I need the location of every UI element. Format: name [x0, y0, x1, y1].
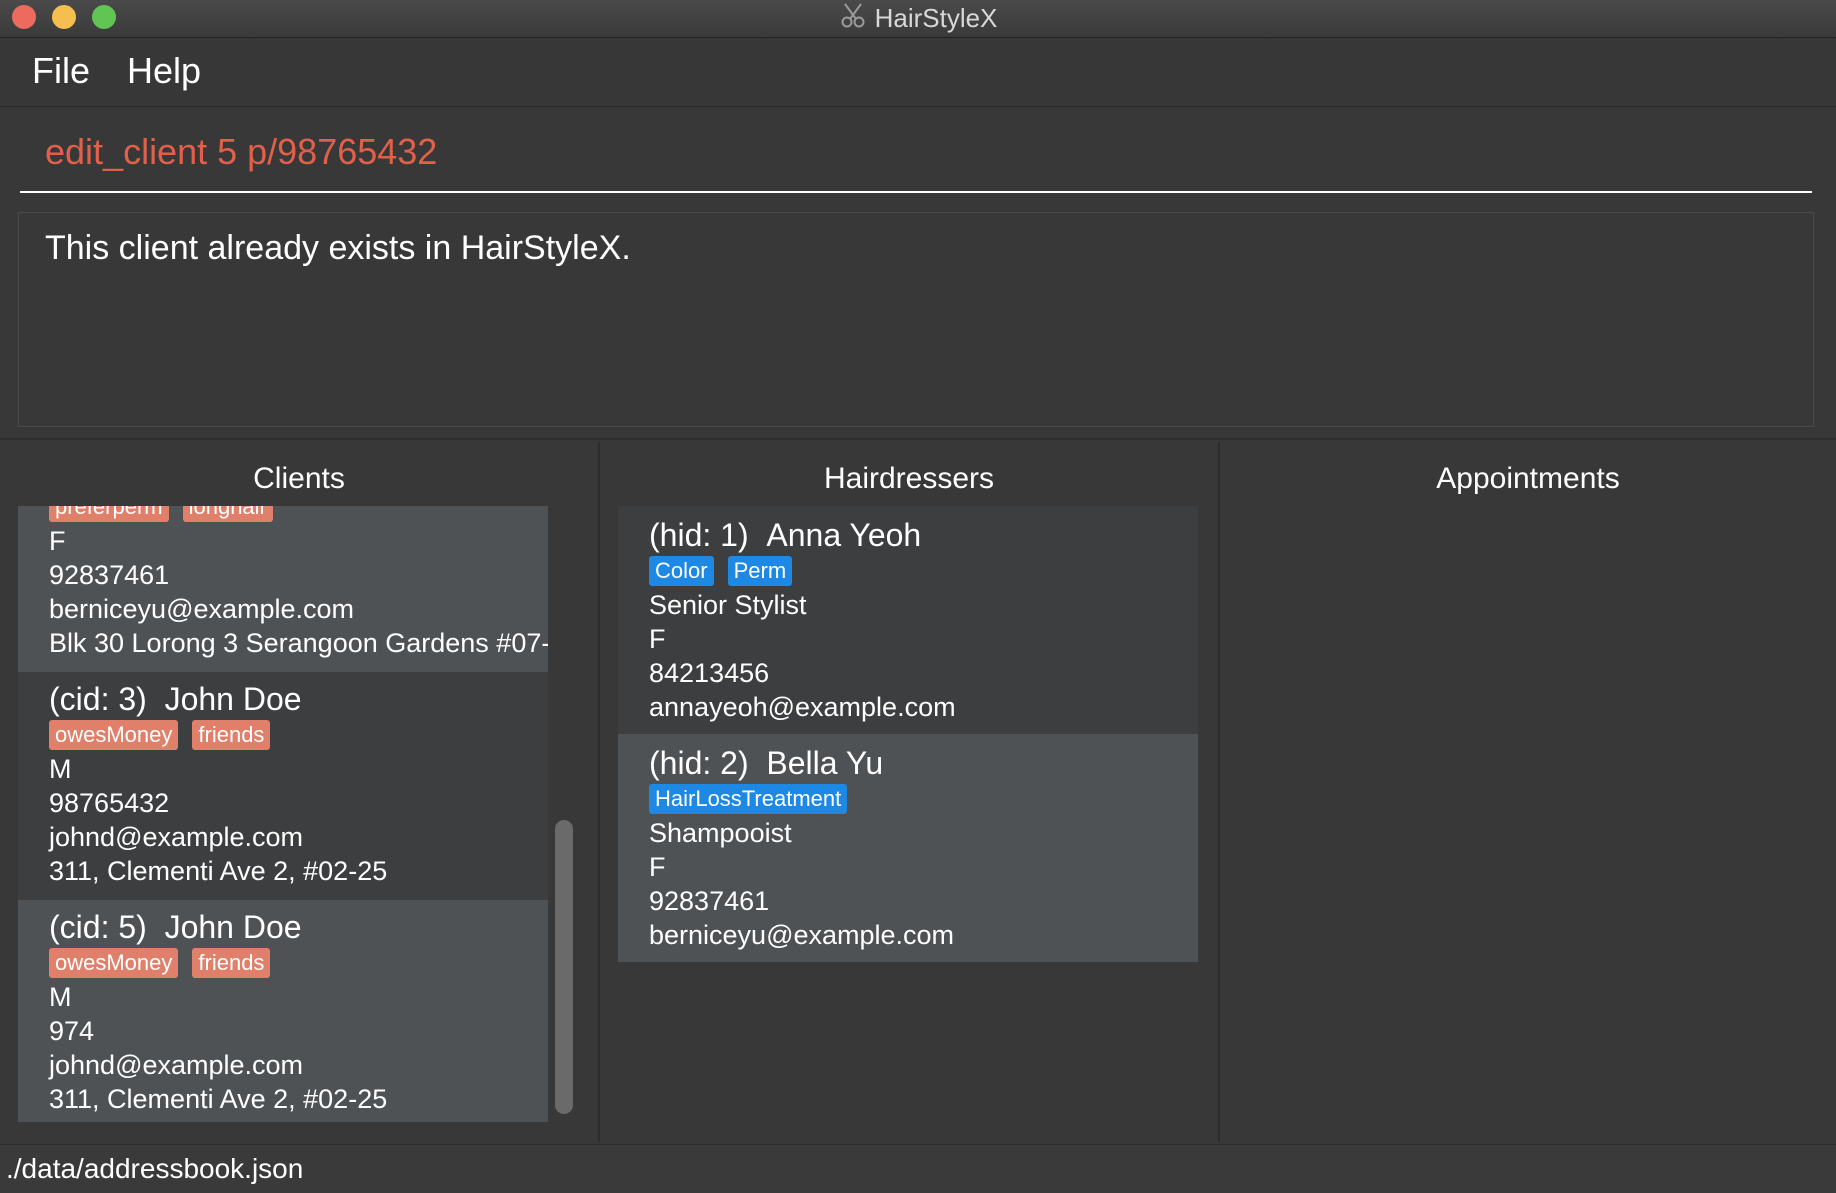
client-tags: owesMoney friends	[49, 718, 548, 752]
client-address: 311, Clementi Ave 2, #02-25	[49, 1084, 388, 1114]
hairdresser-name-line: (hid: 1) Anna Yeoh	[649, 516, 1198, 554]
menu-file[interactable]: File	[32, 50, 90, 92]
hairdresser-gender: F	[649, 624, 666, 654]
client-gender: F	[49, 526, 66, 556]
hairdresser-name-line: (hid: 2) Bella Yu	[649, 744, 1198, 782]
client-tags: owesMoney friends	[49, 946, 548, 980]
hairdresser-id: (hid: 2)	[649, 745, 749, 781]
status-bar: ./data/addressbook.json	[0, 1144, 1836, 1193]
client-card[interactable]: (cid: 3) John Doe owesMoney friends M 98…	[18, 672, 548, 900]
menu-bar: File Help	[0, 38, 1836, 107]
section-divider	[0, 438, 1836, 440]
command-area: edit_client 5 p/98765432	[0, 107, 1836, 200]
client-tag: preferperm	[49, 506, 169, 522]
hairdresser-tags: HairLossTreatment	[649, 782, 1198, 816]
client-tag: friends	[192, 948, 271, 978]
client-tag: longhair	[182, 506, 273, 522]
data-file-path: ./data/addressbook.json	[6, 1153, 304, 1184]
client-email: berniceyu@example.com	[49, 594, 355, 624]
client-tag: owesMoney	[49, 720, 179, 750]
hairdresser-id: (hid: 1)	[649, 517, 749, 553]
hairdresser-tag: HairLossTreatment	[649, 784, 848, 814]
title-bar: HairStyleX	[0, 0, 1836, 38]
client-phone: 98765432	[49, 788, 170, 818]
client-name: John Doe	[164, 681, 302, 717]
menu-help[interactable]: Help	[127, 50, 201, 92]
clients-panel-title: Clients	[253, 462, 345, 495]
hairdresser-phone: 84213456	[649, 658, 770, 688]
client-gender: M	[49, 982, 72, 1012]
hairdresser-tags: Color Perm	[649, 554, 1198, 588]
command-input[interactable]: edit_client 5 p/98765432	[20, 125, 1812, 193]
client-phone: 974	[49, 1016, 95, 1046]
hairdresser-name: Bella Yu	[766, 745, 884, 781]
client-tag: friends	[192, 720, 271, 750]
hairdresser-gender: F	[649, 852, 666, 882]
hairdresser-card[interactable]: (hid: 2) Bella Yu HairLossTreatment Sham…	[618, 734, 1198, 962]
hairdresser-email: berniceyu@example.com	[649, 920, 955, 950]
hairdresser-card[interactable]: (hid: 1) Anna Yeoh Color Perm Senior Sty…	[618, 506, 1198, 734]
client-gender: M	[49, 754, 72, 784]
scissors-icon	[839, 1, 867, 36]
client-address: Blk 30 Lorong 3 Serangoon Gardens #07-18	[49, 628, 548, 658]
client-card[interactable]: (cid: 5) John Doe owesMoney friends M 97…	[18, 900, 548, 1122]
result-message: This client already exists in HairStyleX…	[45, 229, 631, 267]
client-name-line: (cid: 3) John Doe	[49, 680, 548, 718]
hairdressers-panel-title: Hairdressers	[823, 462, 995, 495]
client-name: John Doe	[164, 909, 302, 945]
appointments-panel: Appointments	[1220, 442, 1836, 1142]
client-email: johnd@example.com	[49, 822, 304, 852]
client-id: (cid: 5)	[49, 909, 147, 945]
hairdresser-name: Anna Yeoh	[766, 517, 922, 553]
client-phone: 92837461	[49, 560, 170, 590]
client-email: johnd@example.com	[49, 1050, 304, 1080]
hairdresser-phone: 92837461	[649, 886, 770, 916]
hairdresser-tag: Color	[649, 556, 714, 586]
client-tag: owesMoney	[49, 948, 179, 978]
client-list-scrollbar[interactable]	[555, 820, 573, 1114]
client-id: (cid: 3)	[49, 681, 147, 717]
hairdresser-title: Shampooist	[649, 818, 792, 848]
client-address: 311, Clementi Ave 2, #02-25	[49, 856, 388, 886]
hairdresser-tag: Perm	[727, 556, 793, 586]
hairdresser-list[interactable]: (hid: 1) Anna Yeoh Color Perm Senior Sty…	[618, 506, 1198, 966]
window-title: HairStyleX	[874, 3, 998, 33]
client-list[interactable]: preferperm longhair F 92837461 berniceyu…	[18, 506, 548, 1122]
client-name-line: (cid: 5) John Doe	[49, 908, 548, 946]
client-card[interactable]: preferperm longhair F 92837461 berniceyu…	[18, 506, 548, 672]
hairdresser-email: annayeoh@example.com	[649, 692, 956, 722]
client-tags: preferperm longhair	[49, 506, 548, 524]
hairdresser-title: Senior Stylist	[649, 590, 807, 620]
result-display: This client already exists in HairStyleX…	[18, 212, 1814, 427]
appointments-panel-title: Appointments	[1436, 462, 1620, 495]
